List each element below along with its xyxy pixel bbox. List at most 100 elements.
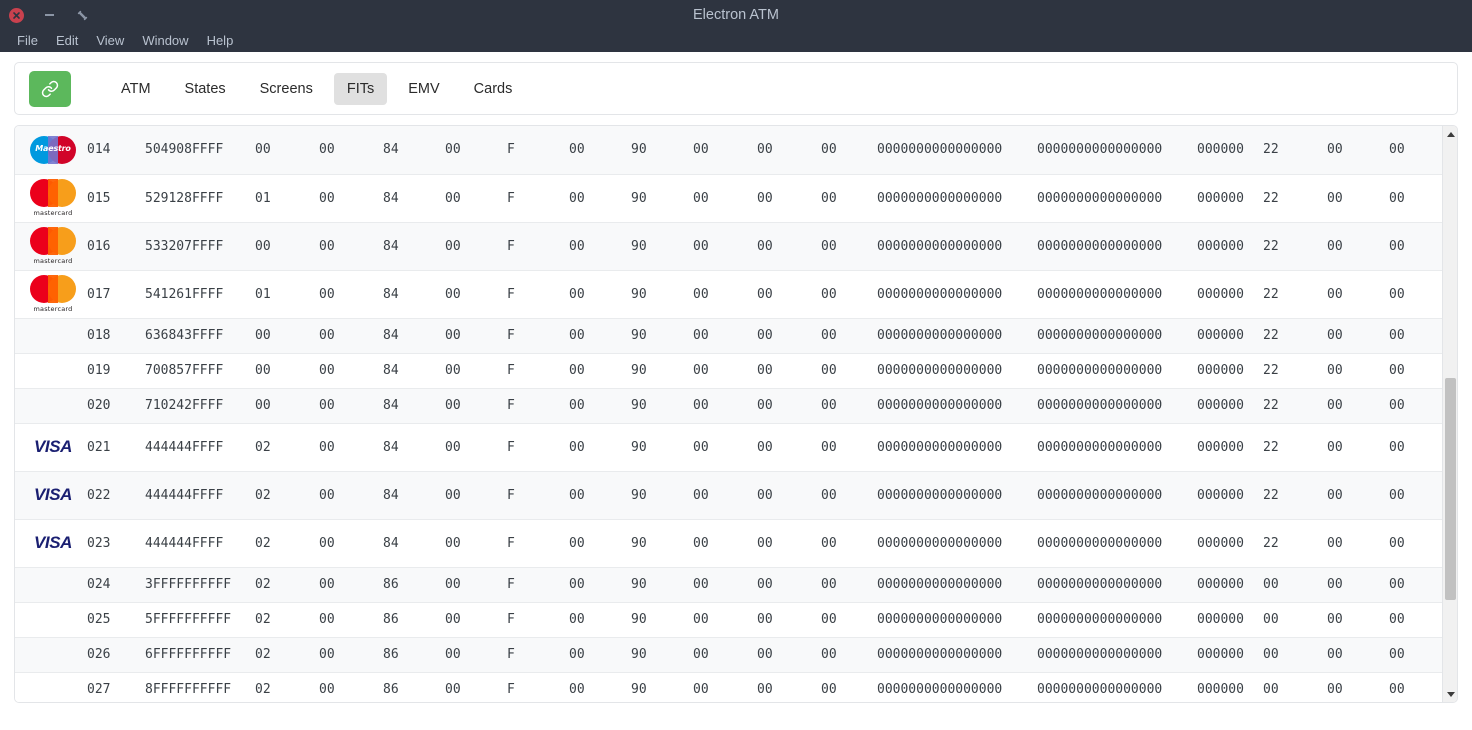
cell-f2: 00 bbox=[319, 535, 335, 551]
cell-f7: 90 bbox=[631, 577, 647, 592]
table-row[interactable]: Maestro 014 504908FFFF 00 00 84 00 F 00 90 00 00 00 0… bbox=[15, 126, 1445, 174]
table-row[interactable]: VISA 021 444444FFFF 02 00 84 00 F 00 90 00 00 00 0000… bbox=[15, 423, 1445, 471]
cell-f7: 90 bbox=[631, 487, 647, 503]
cell-f5: F bbox=[507, 328, 515, 343]
cell-pan: 8FFFFFFFFFF bbox=[145, 682, 232, 697]
menu-item-view[interactable]: View bbox=[87, 31, 133, 52]
cell-long1: 0000000000000000 bbox=[877, 328, 1003, 343]
cell-index: 022 bbox=[87, 487, 111, 503]
cell-long1: 0000000000000000 bbox=[877, 398, 1003, 413]
table-row[interactable]: mastercard 016 533207FFFF 00 00 84 00 F 00 90 00 00… bbox=[15, 222, 1445, 270]
cell-f3: 84 bbox=[383, 286, 399, 302]
link-icon bbox=[41, 80, 59, 97]
cell-logo bbox=[15, 318, 81, 353]
cell-f3: 84 bbox=[383, 398, 399, 413]
cell-f1: 02 bbox=[255, 682, 271, 697]
cell-mid2: 00 bbox=[1263, 577, 1279, 592]
menu-item-file[interactable]: File bbox=[8, 31, 47, 52]
table-row[interactable]: 025 5FFFFFFFFFF 02 00 86 00 F 00 90 00 00 00 0000000… bbox=[15, 602, 1445, 637]
tab-emv[interactable]: EMV bbox=[395, 73, 452, 105]
cell-long1: 0000000000000000 bbox=[877, 142, 1003, 158]
cell-mid3: 00 bbox=[1327, 535, 1343, 551]
connection-toggle-button[interactable] bbox=[29, 70, 71, 107]
table-row[interactable]: 020 710242FFFF 00 00 84 00 F 00 90 00 00 00 00000000… bbox=[15, 388, 1445, 423]
visa-logo: VISA bbox=[33, 533, 73, 552]
table-row[interactable]: VISA 023 444444FFFF 02 00 84 00 F 00 90 00 00 00 0000… bbox=[15, 519, 1445, 567]
cell-f9: 00 bbox=[757, 682, 773, 697]
cell-f6: 00 bbox=[569, 363, 585, 378]
cell-mid3: 00 bbox=[1327, 142, 1343, 158]
cell-mid2: 22 bbox=[1263, 238, 1279, 254]
cell-logo: mastercard bbox=[15, 174, 81, 222]
scrollbar-thumb[interactable] bbox=[1445, 378, 1456, 600]
table-row[interactable]: 018 636843FFFF 00 00 84 00 F 00 90 00 00 00 00000000… bbox=[15, 318, 1445, 353]
tab-states[interactable]: States bbox=[172, 73, 239, 105]
cell-index: 017 bbox=[87, 286, 111, 302]
cell-index: 014 bbox=[87, 142, 111, 158]
cell-f1: 02 bbox=[255, 612, 271, 627]
tab-screens[interactable]: Screens bbox=[247, 73, 326, 105]
table-row[interactable]: mastercard 017 541261FFFF 01 00 84 00 F 00 90 00 00… bbox=[15, 270, 1445, 318]
cell-pan: 700857FFFF bbox=[145, 363, 224, 378]
cell-f5: F bbox=[507, 286, 515, 302]
cell-f6: 00 bbox=[569, 487, 585, 503]
fits-table: Maestro 014 504908FFFF 00 00 84 00 F 00 90 00 00 00 0… bbox=[15, 126, 1445, 702]
cell-mid4: 00 bbox=[1389, 577, 1405, 592]
table-row[interactable]: VISA 022 444444FFFF 02 00 84 00 F 00 90 00 00 00 0000… bbox=[15, 471, 1445, 519]
cell-index: 019 bbox=[87, 363, 111, 378]
cell-logo bbox=[15, 672, 81, 702]
cell-mid2: 22 bbox=[1263, 190, 1279, 206]
cell-f5: F bbox=[507, 238, 515, 254]
menu-item-help[interactable]: Help bbox=[198, 31, 243, 52]
cell-f9: 00 bbox=[757, 577, 773, 592]
cell-f2: 00 bbox=[319, 577, 335, 592]
menu-item-edit[interactable]: Edit bbox=[47, 31, 87, 52]
minimize-button[interactable] bbox=[42, 8, 57, 23]
scroll-up-button[interactable] bbox=[1443, 126, 1457, 142]
cell-f7: 90 bbox=[631, 328, 647, 343]
table-row[interactable]: mastercard 015 529128FFFF 01 00 84 00 F 00 90 00 00… bbox=[15, 174, 1445, 222]
cell-mid4: 00 bbox=[1389, 363, 1405, 378]
cell-f3: 84 bbox=[383, 238, 399, 254]
cell-f2: 00 bbox=[319, 328, 335, 343]
cell-long2: 0000000000000000 bbox=[1037, 577, 1163, 592]
cell-mid4: 00 bbox=[1389, 682, 1405, 697]
cell-f7: 90 bbox=[631, 190, 647, 206]
cell-f8: 00 bbox=[693, 577, 709, 592]
cell-f8: 00 bbox=[693, 363, 709, 378]
cell-mid2: 22 bbox=[1263, 487, 1279, 503]
cell-f10: 00 bbox=[821, 328, 837, 343]
cell-logo bbox=[15, 637, 81, 672]
cell-pan: 6FFFFFFFFFF bbox=[145, 647, 232, 662]
cell-index: 027 bbox=[87, 682, 111, 697]
maximize-button[interactable] bbox=[75, 8, 90, 23]
cell-f10: 00 bbox=[821, 238, 837, 254]
cell-f7: 90 bbox=[631, 647, 647, 662]
cell-f4: 00 bbox=[445, 363, 461, 378]
cell-long2: 0000000000000000 bbox=[1037, 363, 1163, 378]
table-row[interactable]: 024 3FFFFFFFFFF 02 00 86 00 F 00 90 00 00 00 0000000… bbox=[15, 567, 1445, 602]
cell-f2: 00 bbox=[319, 142, 335, 158]
tab-fits[interactable]: FITs bbox=[333, 72, 388, 105]
table-row[interactable]: 026 6FFFFFFFFFF 02 00 86 00 F 00 90 00 00 00 0000000… bbox=[15, 637, 1445, 672]
mastercard-logo: mastercard bbox=[27, 275, 79, 313]
cell-logo: VISA bbox=[15, 471, 81, 519]
cell-mid2: 00 bbox=[1263, 647, 1279, 662]
cell-f5: F bbox=[507, 190, 515, 206]
scroll-down-button[interactable] bbox=[1443, 686, 1457, 702]
cell-f5: F bbox=[507, 612, 515, 627]
close-button[interactable] bbox=[9, 7, 24, 23]
fits-table-scroll[interactable]: Maestro 014 504908FFFF 00 00 84 00 F 00 90 00 00 00 0… bbox=[15, 126, 1457, 702]
cell-pan: 3FFFFFFFFFF bbox=[145, 577, 232, 592]
table-row[interactable]: 019 700857FFFF 00 00 84 00 F 00 90 00 00 00 00000000… bbox=[15, 353, 1445, 388]
cell-f2: 00 bbox=[319, 238, 335, 254]
cell-pan: 529128FFFF bbox=[145, 190, 224, 206]
tab-atm[interactable]: ATM bbox=[108, 73, 164, 105]
vertical-scrollbar[interactable] bbox=[1442, 126, 1457, 702]
table-row[interactable]: 027 8FFFFFFFFFF 02 00 86 00 F 00 90 00 00 00 0000000… bbox=[15, 672, 1445, 702]
cell-index: 024 bbox=[87, 577, 111, 592]
menu-item-window[interactable]: Window bbox=[133, 31, 197, 52]
tab-cards[interactable]: Cards bbox=[461, 73, 526, 105]
cell-mid4: 00 bbox=[1389, 238, 1405, 254]
cell-long2: 0000000000000000 bbox=[1037, 535, 1163, 551]
